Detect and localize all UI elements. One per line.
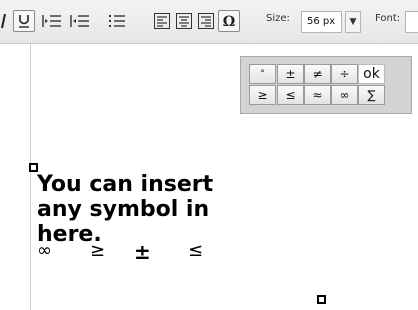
list-icon bbox=[109, 15, 125, 27]
font-size-dropdown[interactable]: ▼ bbox=[345, 11, 361, 33]
toolbar: Ω Size: 56 px ▼ Font: bbox=[0, 0, 418, 44]
font-label: Font: bbox=[375, 13, 401, 24]
size-label: Size: bbox=[266, 13, 290, 24]
inserted-symbol-greater-equal: ≥ bbox=[90, 240, 106, 261]
font-size-input[interactable]: 56 px bbox=[301, 11, 342, 33]
symbol-degree[interactable]: ° bbox=[249, 64, 276, 84]
symbol-approx[interactable]: ≈ bbox=[304, 85, 331, 105]
dropdown-arrow-icon: ▼ bbox=[349, 17, 357, 27]
align-right-button[interactable] bbox=[196, 10, 216, 32]
symbol-greater-equal[interactable]: ≥ bbox=[249, 85, 276, 105]
outdent-icon bbox=[70, 15, 89, 27]
resize-handle-bottom-right[interactable] bbox=[317, 295, 326, 304]
symbol-divide[interactable]: ÷ bbox=[331, 64, 358, 84]
align-center-button[interactable] bbox=[174, 10, 194, 32]
underline-icon bbox=[19, 15, 29, 28]
symbol-infinity[interactable]: ∞ bbox=[331, 85, 358, 105]
symbol-sum[interactable]: ∑ bbox=[358, 85, 385, 105]
align-right-icon bbox=[198, 13, 214, 29]
font-family-select[interactable] bbox=[405, 11, 418, 33]
symbol-plus-minus[interactable]: ± bbox=[277, 64, 304, 84]
align-left-icon bbox=[154, 13, 170, 29]
symbol-less-equal[interactable]: ≤ bbox=[277, 85, 304, 105]
palette-ok-button[interactable]: ok bbox=[358, 64, 385, 84]
indent-icon bbox=[42, 15, 61, 27]
inserted-symbol-plus-minus: ± bbox=[134, 240, 151, 264]
omega-icon: Ω bbox=[223, 14, 235, 29]
inserted-symbol-infinity: ∞ bbox=[37, 240, 52, 261]
special-characters-button[interactable]: Ω bbox=[218, 10, 240, 32]
svg-text:Ω: Ω bbox=[223, 14, 235, 29]
inserted-symbol-less-equal: ≤ bbox=[188, 240, 204, 261]
bullet-list-button[interactable] bbox=[106, 10, 128, 32]
symbol-not-equal[interactable]: ≠ bbox=[304, 64, 331, 84]
underline-button[interactable] bbox=[13, 10, 35, 32]
align-center-icon bbox=[176, 13, 192, 29]
indent-button[interactable] bbox=[40, 10, 64, 32]
italic-icon[interactable] bbox=[0, 10, 10, 32]
outdent-button[interactable] bbox=[68, 10, 92, 32]
align-left-button[interactable] bbox=[152, 10, 172, 32]
resize-handle-top-left[interactable] bbox=[29, 163, 38, 172]
text-block[interactable]: You can insert any symbol in here. bbox=[37, 172, 277, 247]
symbol-palette: ° ± ≠ ÷ ok ≥ ≤ ≈ ∞ ∑ bbox=[240, 56, 412, 114]
